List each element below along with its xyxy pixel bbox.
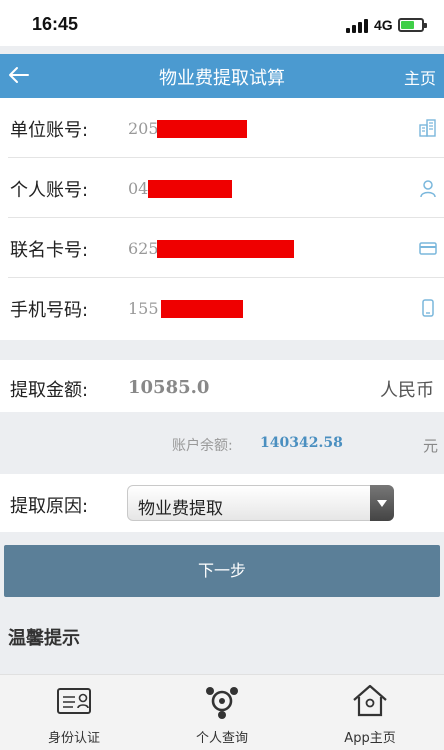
withdraw-amount-value: 10585.0	[128, 377, 210, 398]
home-icon	[353, 684, 387, 717]
personal-account-value: 04	[128, 179, 149, 198]
unit-account-label: 单位账号:	[10, 120, 89, 141]
withdraw-reason-select[interactable]: 物业费提取	[127, 485, 394, 521]
withdraw-amount-label: 提取金额:	[10, 380, 89, 401]
person-icon	[420, 180, 436, 198]
status-time: 16:45	[32, 14, 79, 34]
withdraw-amount-row: 提取金额: 10585.0 人民币	[0, 360, 444, 412]
withdraw-reason-row: 提取原因: 物业费提取	[0, 474, 444, 532]
selected-reason: 物业费提取	[138, 499, 223, 519]
dropdown-arrow-icon[interactable]	[370, 485, 394, 521]
redaction-bar	[157, 240, 294, 258]
joint-card-row: 联名卡号: 625	[0, 218, 444, 278]
tab-label: App主页	[344, 731, 396, 746]
balance-row: 账户余额: 140342.58 元	[0, 423, 444, 463]
status-bar: 16:45 4G	[0, 0, 444, 46]
building-icon	[419, 119, 436, 137]
redaction-bar	[161, 300, 243, 318]
personal-account-row: 个人账号: 04	[0, 158, 444, 218]
joint-card-label: 联名卡号:	[10, 240, 89, 261]
section-divider	[0, 340, 444, 360]
phone-row: 手机号码: 155	[0, 278, 444, 338]
battery-icon	[398, 18, 427, 32]
tab-app-home[interactable]: App主页	[296, 681, 444, 747]
nav-bar: 物业费提取试算 主页	[0, 54, 444, 98]
tips-title: 温馨提示	[8, 628, 80, 649]
account-info-card: 单位账号: 205 个人账号: 04 联名卡号: 625 手机号码: 155	[0, 98, 444, 340]
personal-account-label: 个人账号:	[10, 180, 89, 201]
withdraw-reason-label: 提取原因:	[10, 496, 89, 517]
tab-personal-query[interactable]: 个人查询	[148, 681, 296, 747]
id-card-icon	[57, 688, 91, 714]
signal-icon	[346, 19, 368, 33]
unit-account-row: 单位账号: 205	[0, 98, 444, 158]
network-type: 4G	[374, 17, 393, 33]
bottom-tab-bar: 身份认证 个人查询 App主页	[0, 674, 444, 750]
home-link[interactable]: 主页	[404, 65, 436, 89]
redaction-bar	[157, 120, 247, 138]
bank-card-icon	[419, 242, 437, 255]
mobile-phone-icon	[422, 299, 434, 317]
redaction-bar	[148, 180, 232, 198]
unit-account-value: 205	[128, 119, 159, 138]
balance-unit: 元	[422, 437, 438, 455]
balance-label: 账户余额:	[172, 438, 233, 454]
joint-card-value: 625	[128, 239, 159, 258]
tab-identity-verification[interactable]: 身份认证	[0, 681, 148, 747]
page-title: 物业费提取试算	[159, 68, 285, 89]
tab-label: 个人查询	[195, 731, 248, 746]
phone-label: 手机号码:	[10, 300, 89, 321]
top-spacer	[0, 46, 444, 54]
currency-unit: 人民币	[380, 380, 434, 401]
next-step-button[interactable]: 下一步	[4, 545, 440, 597]
phone-value: 155	[128, 299, 159, 318]
balance-value: 140342.58	[260, 435, 343, 451]
tab-label: 身份认证	[47, 731, 100, 746]
person-query-icon	[206, 687, 238, 719]
